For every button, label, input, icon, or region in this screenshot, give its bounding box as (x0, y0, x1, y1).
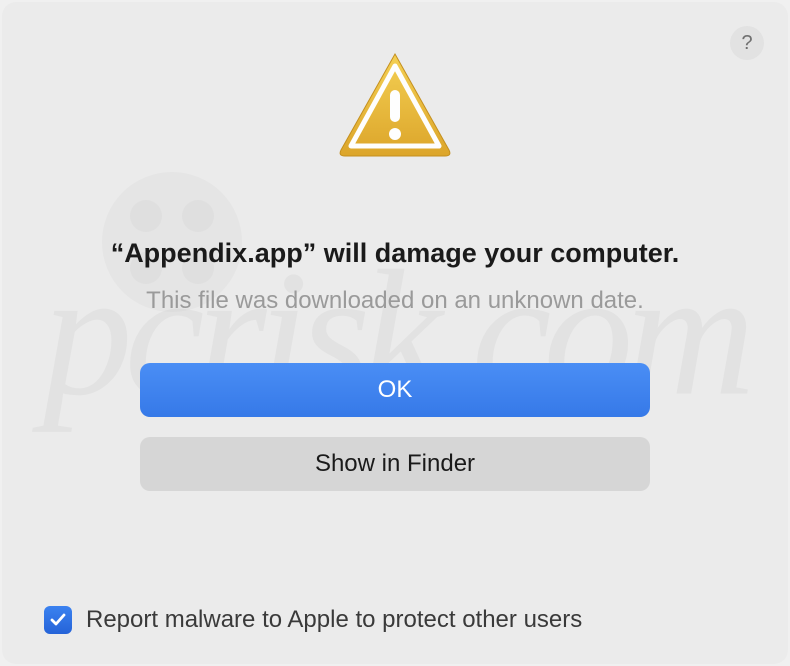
ok-button[interactable]: OK (140, 363, 650, 417)
button-container: OK Show in Finder (140, 363, 650, 491)
alert-dialog: pcrisk.com ? “Appendix.app” will damage … (2, 2, 788, 664)
report-checkbox-row: Report malware to Apple to protect other… (44, 606, 582, 634)
dialog-subtitle: This file was downloaded on an unknown d… (146, 287, 644, 315)
dialog-title: “Appendix.app” will damage your computer… (111, 238, 680, 269)
report-checkbox-label: Report malware to Apple to protect other… (86, 606, 582, 634)
show-in-finder-button[interactable]: Show in Finder (140, 437, 650, 491)
warning-icon (335, 50, 455, 160)
report-checkbox[interactable] (44, 606, 72, 634)
checkmark-icon (48, 610, 68, 630)
dialog-content: “Appendix.app” will damage your computer… (32, 32, 758, 491)
